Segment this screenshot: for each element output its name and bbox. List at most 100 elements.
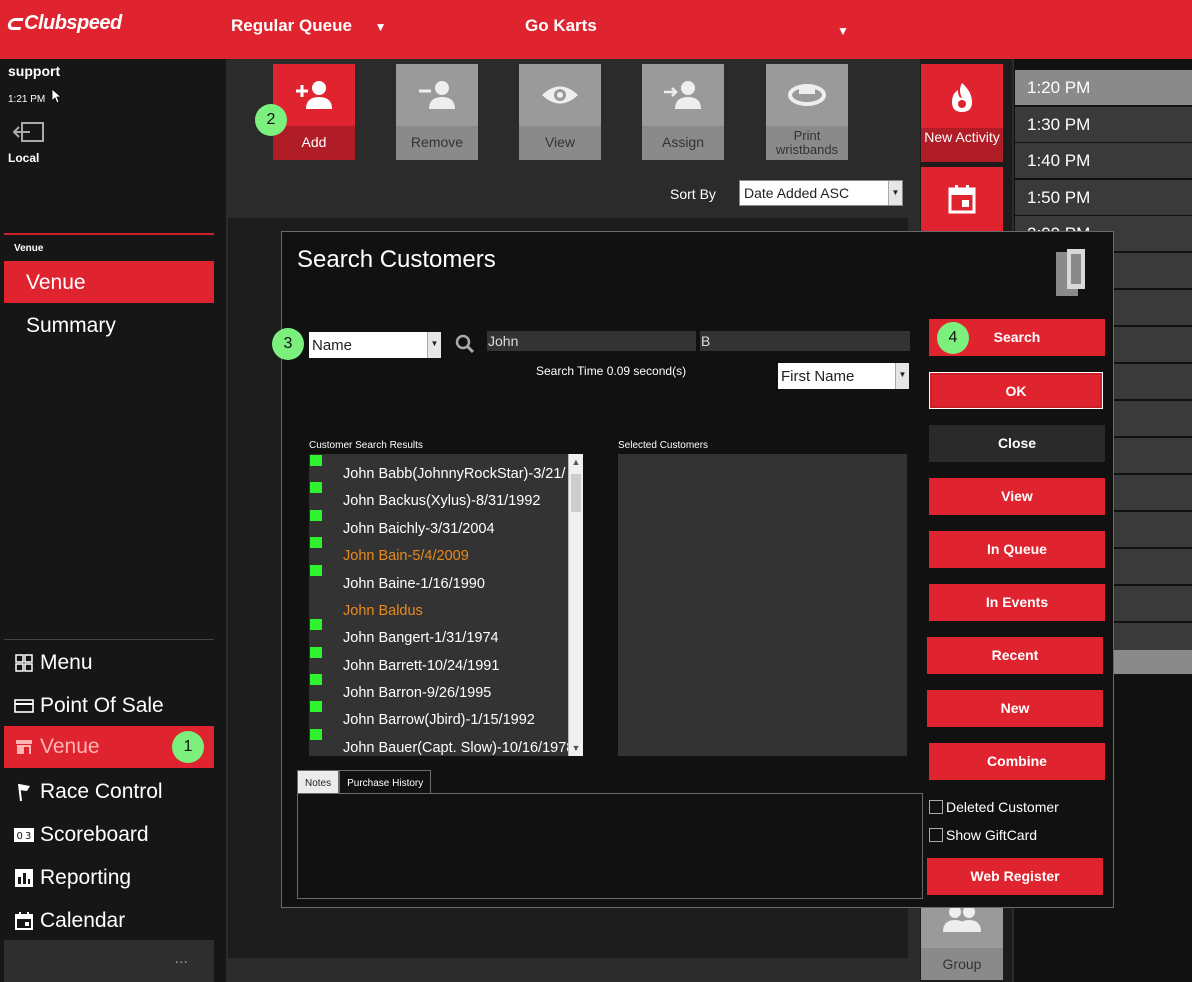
checkbox-box[interactable] xyxy=(929,800,943,814)
selected-customers-list[interactable] xyxy=(618,454,907,756)
notes-panel[interactable] xyxy=(297,793,923,899)
nav-point-of-sale[interactable]: Point Of Sale xyxy=(4,685,214,727)
scrollbar-thumb[interactable] xyxy=(571,474,581,512)
card-icon xyxy=(14,696,34,716)
web-register-button[interactable]: Web Register xyxy=(927,858,1103,895)
print-wristbands-button[interactable]: Print wristbands xyxy=(766,64,848,160)
tab-notes[interactable]: Notes xyxy=(297,770,340,794)
results-scrollbar[interactable]: ▲ ▼ xyxy=(568,454,583,756)
show-giftcard-checkbox[interactable]: Show GiftCard xyxy=(929,827,1037,843)
combine-button[interactable]: Combine xyxy=(929,743,1105,780)
list-item[interactable]: John Barron-9/26/1995 xyxy=(309,673,568,700)
results-label: Customer Search Results xyxy=(309,440,423,451)
list-item[interactable]: John Baldus xyxy=(309,591,568,618)
status-indicator xyxy=(310,701,322,712)
status-indicator xyxy=(310,537,322,548)
time-slot[interactable]: 1:50 PM xyxy=(1015,180,1192,215)
nav-calendar[interactable]: Calendar xyxy=(4,900,214,942)
logout-icon[interactable] xyxy=(12,121,46,143)
time-slot[interactable]: 1:20 PM xyxy=(1015,70,1192,105)
list-item[interactable]: John Babb(JohnnyRockStar)-3/21/ xyxy=(309,454,568,481)
customer-results-list[interactable]: John Babb(JohnnyRockStar)-3/21/ John Bac… xyxy=(309,454,583,756)
group-button[interactable]: Group xyxy=(921,896,1003,980)
ok-button[interactable]: OK xyxy=(929,372,1103,409)
deleted-customer-checkbox[interactable]: Deleted Customer xyxy=(929,799,1059,815)
assign-button[interactable]: Assign xyxy=(642,64,724,160)
time-slot[interactable]: 1:40 PM xyxy=(1015,143,1192,178)
nav-menu[interactable]: Menu xyxy=(4,642,214,684)
list-item[interactable]: John Backus(Xylus)-8/31/1992 xyxy=(309,481,568,508)
nav-race-control[interactable]: Race Control xyxy=(4,771,214,813)
customer-name: John Bangert-1/31/1974 xyxy=(343,630,499,645)
calendar-activity-button[interactable] xyxy=(921,167,1003,231)
time-slot[interactable]: 1:30 PM xyxy=(1015,107,1192,142)
list-item[interactable]: John Bangert-1/31/1974 xyxy=(309,618,568,645)
sidebar-item-summary[interactable]: Summary xyxy=(26,314,116,338)
queue-label: Regular Queue xyxy=(231,16,352,35)
list-item[interactable]: John Barrett-10/24/1991 xyxy=(309,646,568,673)
nav-scoreboard[interactable]: 03 Scoreboard xyxy=(4,814,214,856)
list-item[interactable]: John Bauer(Capt. Slow)-10/16/1978 xyxy=(309,728,568,755)
sort-field-select[interactable]: First Name ▼ xyxy=(778,363,909,389)
nav-label: Menu xyxy=(40,651,93,674)
grid-icon xyxy=(14,653,34,673)
checkbox-box[interactable] xyxy=(929,828,943,842)
step-badge: 4 xyxy=(937,322,969,354)
logo-mark-icon xyxy=(6,17,24,30)
recent-button[interactable]: Recent xyxy=(927,637,1103,674)
selected-label: Selected Customers xyxy=(618,440,709,451)
customer-name: John Baldus xyxy=(343,603,423,618)
status-indicator xyxy=(310,565,322,576)
calendar-icon xyxy=(948,185,976,214)
wristband-icon xyxy=(766,64,848,126)
assign-person-icon xyxy=(642,64,724,126)
in-events-button[interactable]: In Events xyxy=(929,584,1105,621)
current-time: 1:21 PM xyxy=(8,94,46,105)
chevron-up-icon[interactable]: ▲ xyxy=(569,455,583,469)
more-icon[interactable]: ... xyxy=(175,950,188,968)
chevron-down-icon[interactable]: ▼ xyxy=(569,741,583,755)
last-name-input[interactable]: B xyxy=(700,331,910,351)
customer-name: John Bain-5/4/2009 xyxy=(343,548,469,563)
tab-purchase-history[interactable]: Purchase History xyxy=(339,770,432,794)
sidebar-divider xyxy=(4,639,214,640)
list-item[interactable]: John Baine-1/16/1990 xyxy=(309,564,568,591)
print-wristbands-label: Print wristbands xyxy=(766,126,848,160)
assign-label: Assign xyxy=(642,126,724,160)
queue-selector[interactable]: Regular Queue ▼ xyxy=(231,16,387,36)
view-customer-button[interactable]: View xyxy=(929,478,1105,515)
nav-label: Point Of Sale xyxy=(40,694,164,717)
view-button[interactable]: View xyxy=(519,64,601,160)
list-item[interactable]: John Barrow(Jbird)-1/15/1992 xyxy=(309,700,568,727)
in-queue-button[interactable]: In Queue xyxy=(929,531,1105,568)
new-activity-button[interactable]: New Activity xyxy=(921,64,1003,162)
nav-reporting[interactable]: Reporting xyxy=(4,857,214,899)
track-label: Go Karts xyxy=(525,16,597,35)
search-time-text: Search Time 0.09 second(s) xyxy=(536,364,687,378)
list-item[interactable]: John Baichly-3/31/2004 xyxy=(309,509,568,536)
step-badge: 1 xyxy=(172,731,204,763)
remove-label: Remove xyxy=(396,126,478,160)
nav-label: Scoreboard xyxy=(40,823,149,846)
new-customer-button[interactable]: New xyxy=(927,690,1103,727)
logo-text: Clubspeed xyxy=(24,12,122,34)
customer-name: John Backus(Xylus)-8/31/1992 xyxy=(343,493,541,508)
list-item[interactable]: John Bain-5/4/2009 xyxy=(309,536,568,563)
card-reader-icon[interactable] xyxy=(1055,248,1087,298)
section-divider xyxy=(4,233,214,235)
track-selector[interactable]: Go Karts xyxy=(525,16,597,36)
customer-name: John Bauer(Capt. Slow)-10/16/1978 xyxy=(343,740,568,755)
chevron-down-icon: ▼ xyxy=(895,363,909,389)
nav-label: Calendar xyxy=(40,909,126,932)
sidebar-item-venue[interactable]: Venue xyxy=(4,261,214,303)
close-button[interactable]: Close xyxy=(929,425,1105,462)
search-type-select[interactable]: Name ▼ xyxy=(309,332,441,358)
sort-by-select[interactable]: Date Added ASC ▼ xyxy=(739,180,903,206)
chevron-down-icon[interactable]: ▼ xyxy=(837,24,849,38)
status-indicator xyxy=(310,674,322,685)
remove-button[interactable]: Remove xyxy=(396,64,478,160)
first-name-input[interactable]: John xyxy=(487,331,696,351)
customer-name: John Baine-1/16/1990 xyxy=(343,576,485,591)
store-icon xyxy=(14,737,34,757)
cursor-icon xyxy=(51,88,63,104)
